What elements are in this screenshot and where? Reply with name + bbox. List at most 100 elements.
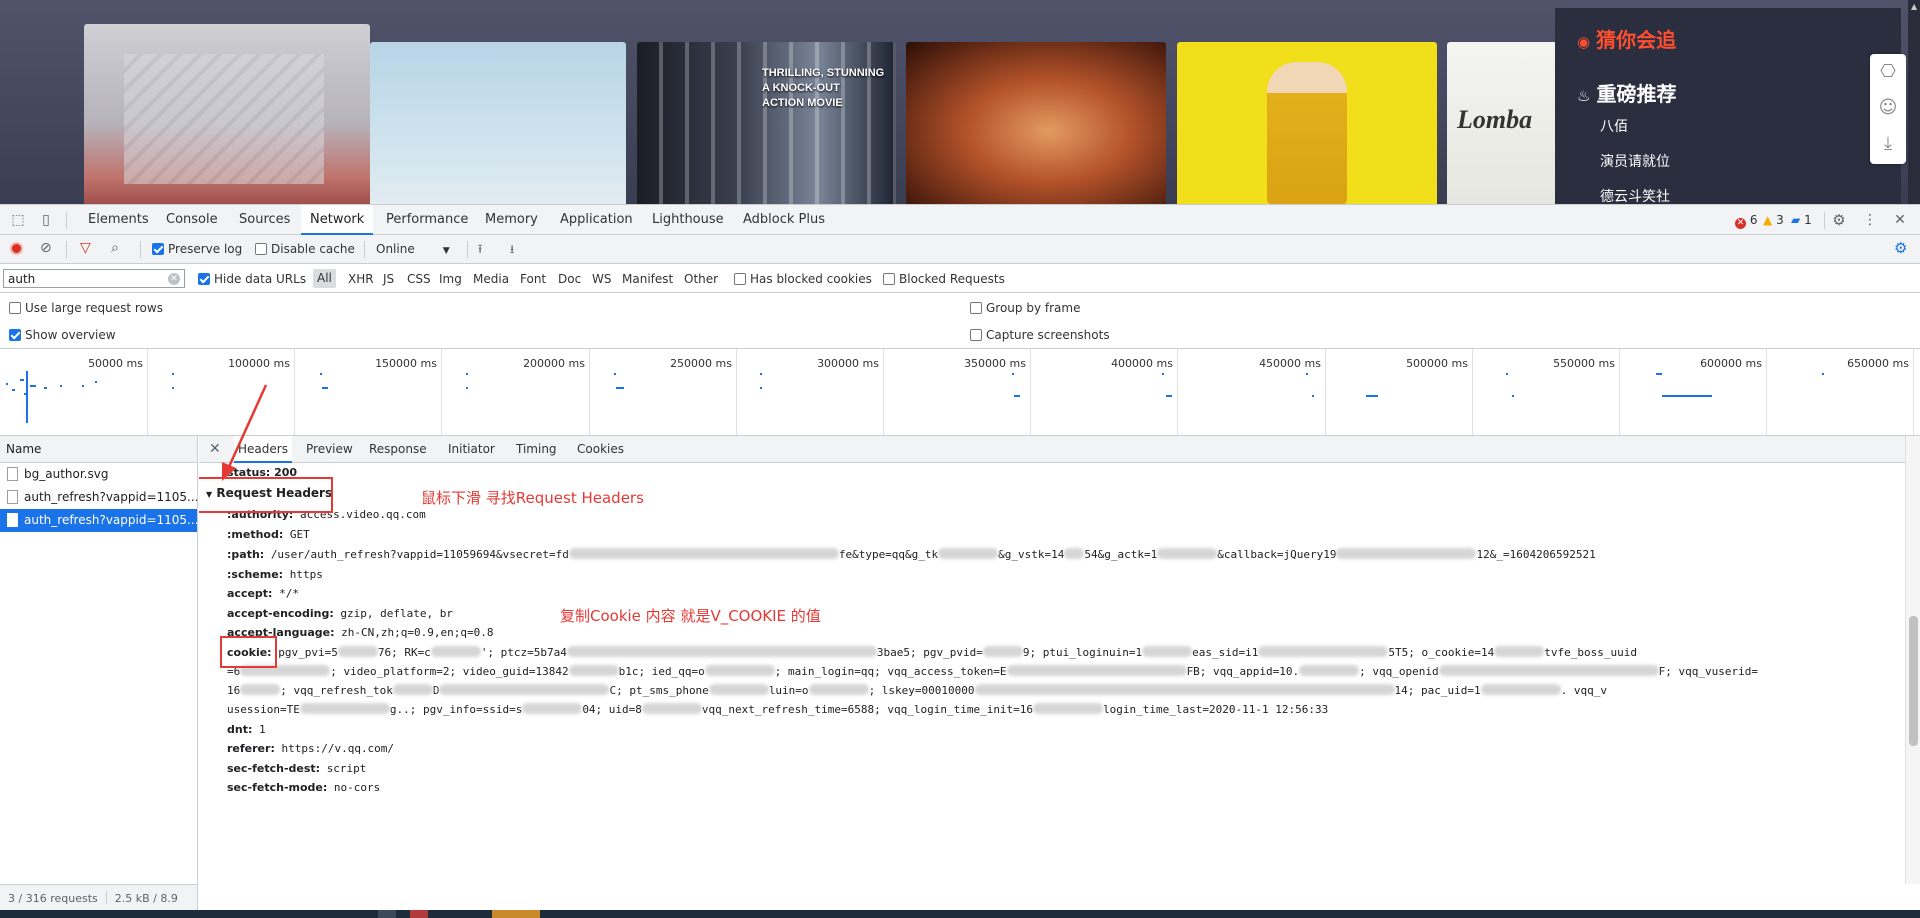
details-scrollbar[interactable] xyxy=(1905,436,1920,884)
recommend-item[interactable]: 八佰 xyxy=(1600,116,1628,136)
network-toolbar: ⊘ ▽ ⌕ Preserve log Disable cache Online ▼… xyxy=(0,235,1920,264)
clear-filter-icon[interactable]: ✕ xyxy=(168,273,180,285)
type-filter-manifest[interactable]: Manifest xyxy=(622,271,673,287)
filter-icon[interactable]: ▽ xyxy=(80,240,91,256)
info-count[interactable]: ▰ 1 xyxy=(1791,213,1812,227)
large-rows-checkbox[interactable]: Use large request rows xyxy=(9,300,163,316)
type-filter-media[interactable]: Media xyxy=(473,271,509,287)
throttling-select[interactable]: Online ▼ xyxy=(376,241,450,259)
recommend-item[interactable]: 德云斗笑社 xyxy=(1600,186,1670,204)
taskbar-app[interactable] xyxy=(410,910,428,918)
gift-icon[interactable]: ⎔ xyxy=(1870,54,1906,90)
checkbox-unchecked-icon xyxy=(734,273,746,285)
error-icon: ✕ xyxy=(1735,218,1746,229)
blocked-requests-checkbox[interactable]: Blocked Requests xyxy=(883,271,1005,287)
taskbar-app[interactable] xyxy=(378,910,396,918)
group-by-frame-checkbox[interactable]: Group by frame xyxy=(970,300,1080,316)
timeline-selection-marker[interactable] xyxy=(26,371,28,423)
poster-5[interactable] xyxy=(1177,42,1437,204)
request-row[interactable]: auth_refresh?vappid=1105... xyxy=(0,486,197,509)
column-header-name[interactable]: Name xyxy=(0,436,197,463)
os-taskbar xyxy=(0,910,1920,918)
recommend-item[interactable]: 演员请就位 xyxy=(1600,151,1670,171)
tab-cookies[interactable]: Cookies xyxy=(573,436,628,463)
timeline-request-mark xyxy=(614,373,616,375)
settings-gear-icon[interactable]: ⚙ xyxy=(1831,212,1847,228)
tab-application[interactable]: Application xyxy=(551,205,642,235)
header-accept: accept: */* xyxy=(227,587,299,600)
network-settings-gear-icon[interactable]: ⚙ xyxy=(1894,240,1907,256)
header-accept-encoding: accept-encoding: gzip, deflate, br xyxy=(227,607,453,620)
hide-data-urls-checkbox[interactable]: Hide data URLs xyxy=(198,271,306,287)
filter-input[interactable] xyxy=(3,269,185,288)
record-icon[interactable] xyxy=(10,242,23,255)
type-filter-doc[interactable]: Doc xyxy=(558,271,581,287)
timeline-label: 50000 ms xyxy=(88,357,143,370)
poster-2[interactable] xyxy=(370,42,626,204)
type-filter-js[interactable]: JS xyxy=(383,271,394,287)
download-icon[interactable]: ⤓ xyxy=(1870,126,1906,162)
header-sec-fetch-mode: sec-fetch-mode: no-cors xyxy=(227,781,381,794)
request-row-selected[interactable]: auth_refresh?vappid=1105... xyxy=(0,509,197,532)
scrollbar-thumb[interactable] xyxy=(1909,616,1918,746)
tab-performance[interactable]: Performance xyxy=(377,205,477,235)
tab-sources[interactable]: Sources xyxy=(230,205,299,235)
tab-console[interactable]: Console xyxy=(157,205,227,235)
tab-adblock-plus[interactable]: Adblock Plus xyxy=(734,205,834,235)
poster-6[interactable]: Lomba xyxy=(1447,42,1567,204)
capture-screenshots-checkbox[interactable]: Capture screenshots xyxy=(970,327,1110,343)
tab-network[interactable]: Network xyxy=(301,205,374,235)
scroll-up-icon[interactable]: ▲ xyxy=(1911,2,1917,11)
more-menu-icon[interactable]: ⋮ xyxy=(1862,212,1878,228)
request-row[interactable]: bg_author.svg xyxy=(0,463,197,486)
timeline-label: 400000 ms xyxy=(1111,357,1173,370)
recommend-title-guess[interactable]: ◉ 猜你会追 xyxy=(1577,24,1676,53)
type-filter-img[interactable]: Img xyxy=(439,271,462,287)
recommend-panel: ◉ 猜你会追 ♨ 重磅推荐 八佰 演员请就位 德云斗笑社 xyxy=(1555,8,1901,204)
type-filter-xhr[interactable]: XHR xyxy=(348,271,374,287)
tab-lighthouse[interactable]: Lighthouse xyxy=(643,205,733,235)
export-har-icon[interactable]: ⭳ xyxy=(510,241,514,257)
timeline-grid-line xyxy=(736,349,737,435)
close-devtools-icon[interactable]: ✕ xyxy=(1892,212,1908,228)
type-filter-ws[interactable]: WS xyxy=(592,271,611,287)
poster-1[interactable] xyxy=(84,24,370,204)
inspect-element-icon[interactable]: ⬚ xyxy=(10,212,26,228)
type-filter-other[interactable]: Other xyxy=(684,271,718,287)
timeline-grid-line xyxy=(1619,349,1620,435)
tab-initiator[interactable]: Initiator xyxy=(444,436,499,463)
request-summary-status: 3 / 316 requests 2.5 kB / 8.9 xyxy=(0,884,197,911)
taskbar-app[interactable] xyxy=(492,910,540,918)
type-filter-font[interactable]: Font xyxy=(520,271,546,287)
tab-elements[interactable]: Elements xyxy=(79,205,158,235)
close-details-icon[interactable]: ✕ xyxy=(209,441,221,457)
device-toolbar-icon[interactable]: ▯ xyxy=(38,212,54,228)
network-overview-timeline[interactable]: 50000 ms 100000 ms 150000 ms 200000 ms 25000… xyxy=(0,349,1920,436)
has-blocked-cookies-checkbox[interactable]: Has blocked cookies xyxy=(734,271,872,287)
tab-response[interactable]: Response xyxy=(365,436,431,463)
tab-timing[interactable]: Timing xyxy=(512,436,561,463)
clear-icon[interactable]: ⊘ xyxy=(40,240,52,256)
search-icon[interactable]: ⌕ xyxy=(111,240,119,256)
show-overview-checkbox[interactable]: Show overview xyxy=(9,327,116,343)
tab-headers[interactable]: Headers xyxy=(234,436,292,463)
preserve-log-checkbox[interactable]: Preserve log xyxy=(152,241,242,257)
poster-3[interactable]: THRILLING, STUNNING A KNOCK-OUT ACTION M… xyxy=(637,42,896,204)
annotation-box-cookie xyxy=(220,636,277,668)
page-scrollbar[interactable]: ▲ xyxy=(1908,0,1920,204)
timeline-request-mark xyxy=(1822,373,1824,375)
poster-4[interactable] xyxy=(906,42,1166,204)
recommend-title-hot[interactable]: ♨ 重磅推荐 xyxy=(1577,78,1676,107)
import-har-icon[interactable]: ⭱ xyxy=(478,241,482,257)
tab-preview[interactable]: Preview xyxy=(302,436,357,463)
warning-count[interactable]: ▲ 3 xyxy=(1763,213,1784,227)
type-filter-css[interactable]: CSS xyxy=(407,271,431,287)
header-scheme: :scheme: https xyxy=(227,568,323,581)
disable-cache-checkbox[interactable]: Disable cache xyxy=(255,241,355,257)
timeline-grid-line xyxy=(441,349,442,435)
type-filter-all[interactable]: All xyxy=(313,269,336,288)
tab-memory[interactable]: Memory xyxy=(476,205,547,235)
header-cookie: cookie: pgv_pvi=5 76; RK=c '; ptcz=5b7a4 3b… xyxy=(227,646,1638,659)
feedback-icon[interactable]: ☺ xyxy=(1870,90,1906,126)
error-count[interactable]: ✕ 6 xyxy=(1735,213,1757,229)
